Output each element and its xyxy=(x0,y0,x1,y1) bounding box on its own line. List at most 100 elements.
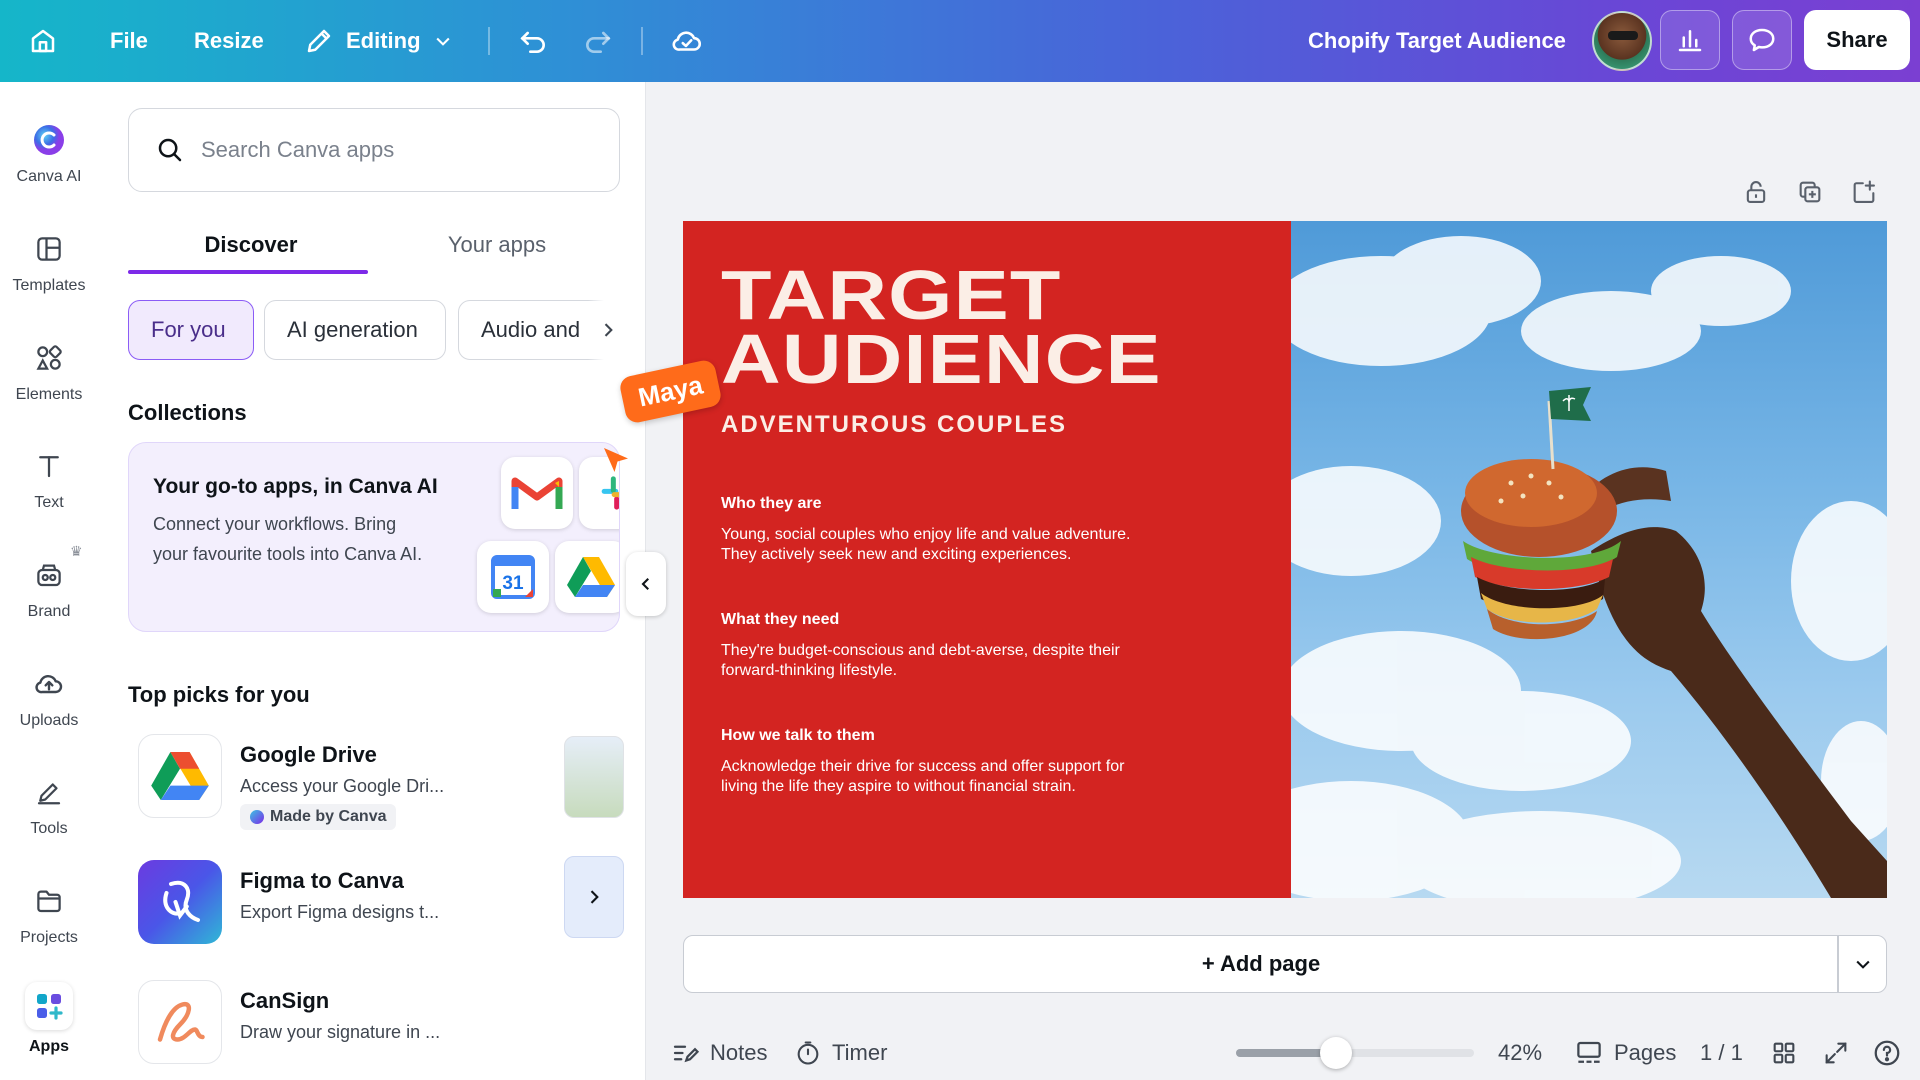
share-button[interactable]: Share xyxy=(1804,10,1910,70)
cursor-arrow-icon xyxy=(604,448,628,472)
canva-ai-icon xyxy=(29,120,69,160)
search-placeholder: Search Canva apps xyxy=(201,137,395,162)
section-heading[interactable]: How we talk to them xyxy=(721,727,875,745)
slide-text-panel: TARGET AUDIENCE ADVENTUROUS COUPLES Who … xyxy=(683,221,1291,898)
section-body[interactable]: Acknowledge their drive for success and … xyxy=(721,757,1161,797)
fullscreen-button[interactable] xyxy=(1822,1035,1850,1071)
cloud-save-status[interactable] xyxy=(670,0,704,82)
sidebar-item-text[interactable]: Text xyxy=(0,434,98,534)
slide-subtitle[interactable]: ADVENTUROUS COUPLES xyxy=(721,411,1067,439)
resize-menu[interactable]: Resize xyxy=(194,0,264,82)
pencil-icon xyxy=(307,29,331,53)
chips-scroll-right[interactable] xyxy=(588,300,628,360)
cloud-check-icon xyxy=(672,31,701,51)
editing-mode-dropdown[interactable]: Editing xyxy=(304,0,453,82)
left-sidebar: Canva AI Templates Elements Text ♛ Brand… xyxy=(0,82,98,1080)
undo-button[interactable] xyxy=(517,0,549,82)
collections-heading: Collections xyxy=(128,400,247,425)
add-page-bar: + Add page xyxy=(683,935,1887,993)
app-card-figma-to-canva[interactable]: Figma to Canva Export Figma designs t... xyxy=(138,860,638,960)
pages-icon xyxy=(1577,1041,1601,1063)
zoom-value[interactable]: 42% xyxy=(1498,1035,1542,1071)
document-title[interactable]: Chopify Target Audience xyxy=(1308,0,1566,82)
search-icon xyxy=(158,138,182,162)
lock-page-button[interactable] xyxy=(1742,178,1772,208)
grid-view-button[interactable] xyxy=(1770,1035,1798,1071)
slide-title-line2: AUDIENCE xyxy=(721,320,1162,398)
picks-scroll-right[interactable] xyxy=(564,856,624,938)
add-page-options[interactable] xyxy=(1840,936,1886,992)
figma-to-canva-icon xyxy=(138,860,222,944)
timer-button[interactable]: Timer xyxy=(794,1035,887,1071)
add-page-button[interactable]: + Add page xyxy=(684,936,1838,992)
chip-ai-generation[interactable]: AI generation xyxy=(264,300,446,360)
page-counter: 1 / 1 xyxy=(1700,1040,1743,1065)
zoom-slider-track[interactable] xyxy=(1236,1049,1474,1057)
app-description: Export Figma designs t... xyxy=(240,902,440,922)
app-description: Access your Google Dri... xyxy=(240,776,445,796)
comment-icon xyxy=(1749,28,1775,52)
comments-button[interactable] xyxy=(1732,10,1792,70)
help-button[interactable] xyxy=(1872,1035,1902,1071)
sidebar-item-uploads[interactable]: Uploads xyxy=(0,652,98,752)
add-page-above-button[interactable] xyxy=(1850,178,1880,208)
user-avatar[interactable] xyxy=(1592,11,1652,71)
sidebar-item-label: Canva AI xyxy=(16,168,82,185)
sidebar-item-tools[interactable]: Tools xyxy=(0,760,98,860)
app-description: Draw your signature in ... xyxy=(240,1022,441,1042)
sidebar-item-projects[interactable]: Projects xyxy=(0,869,98,969)
sidebar-item-label: Text xyxy=(34,494,64,511)
bar-chart-icon xyxy=(1678,30,1702,52)
active-tab-indicator xyxy=(128,270,368,274)
duplicate-page-button[interactable] xyxy=(1796,178,1826,208)
collapse-panel-button[interactable] xyxy=(626,552,666,616)
partial-app-card[interactable] xyxy=(564,736,624,818)
home-button[interactable] xyxy=(28,0,58,82)
app-name: Figma to Canva xyxy=(240,868,404,893)
collection-card-title: Your go-to apps, in Canva AI xyxy=(153,475,438,498)
redo-icon xyxy=(586,31,611,53)
search-input[interactable]: Search Canva apps xyxy=(128,108,620,192)
top-bar: File Resize Editing Chopify Target Audie… xyxy=(0,0,1920,82)
section-body[interactable]: Young, social couples who enjoy life and… xyxy=(721,525,1161,565)
slide-title[interactable]: TARGET AUDIENCE xyxy=(721,260,1162,398)
zoom-slider-thumb[interactable] xyxy=(1319,1037,1352,1069)
panel-tabs: Discover Your apps xyxy=(128,218,620,272)
timer-label: Timer xyxy=(832,1040,888,1065)
top-picks-heading: Top picks for you xyxy=(128,682,310,707)
projects-icon xyxy=(29,881,69,921)
app-name: Google Drive xyxy=(240,742,377,767)
design-slide[interactable]: TARGET AUDIENCE ADVENTUROUS COUPLES Who … xyxy=(683,221,1887,898)
signature-icon xyxy=(138,980,222,1064)
sidebar-item-canva-ai[interactable]: Canva AI xyxy=(0,108,98,208)
tab-discover[interactable]: Discover xyxy=(128,218,374,272)
tab-your-apps[interactable]: Your apps xyxy=(374,218,620,272)
pages-button[interactable]: Pages xyxy=(1574,1035,1676,1071)
crown-icon: ♛ xyxy=(70,543,83,559)
notes-label: Notes xyxy=(710,1040,768,1065)
chevron-left-icon xyxy=(641,578,649,590)
app-card-cansign[interactable]: CanSign Draw your signature in ... xyxy=(138,980,638,1080)
notes-button[interactable]: Notes xyxy=(670,1035,767,1071)
sidebar-item-brand[interactable]: ♛ Brand xyxy=(0,543,98,643)
redo-button[interactable] xyxy=(582,0,614,82)
burger-photo[interactable] xyxy=(1291,221,1887,898)
apps-icon xyxy=(25,982,73,1030)
insights-button[interactable] xyxy=(1660,10,1720,70)
section-heading[interactable]: Who they are xyxy=(721,495,821,513)
sidebar-item-apps[interactable]: Apps xyxy=(0,978,98,1078)
duplicate-icon xyxy=(1799,181,1821,203)
app-card-google-drive[interactable]: Google Drive Access your Google Dri... M… xyxy=(138,734,638,834)
chip-for-you[interactable]: For you xyxy=(128,300,254,360)
gmail-icon xyxy=(501,457,573,529)
notes-icon xyxy=(673,1045,700,1063)
chevron-right-icon xyxy=(604,323,613,337)
sidebar-item-elements[interactable]: Elements xyxy=(0,326,98,426)
canva-ai-collection-card[interactable]: Your go-to apps, in Canva AI Connect you… xyxy=(128,442,620,632)
file-menu[interactable]: File xyxy=(110,0,148,82)
section-heading[interactable]: What they need xyxy=(721,611,839,629)
sidebar-item-templates[interactable]: Templates xyxy=(0,217,98,317)
section-body[interactable]: They're budget-conscious and debt-averse… xyxy=(721,641,1161,681)
undo-icon xyxy=(520,31,545,53)
text-icon xyxy=(29,446,69,486)
